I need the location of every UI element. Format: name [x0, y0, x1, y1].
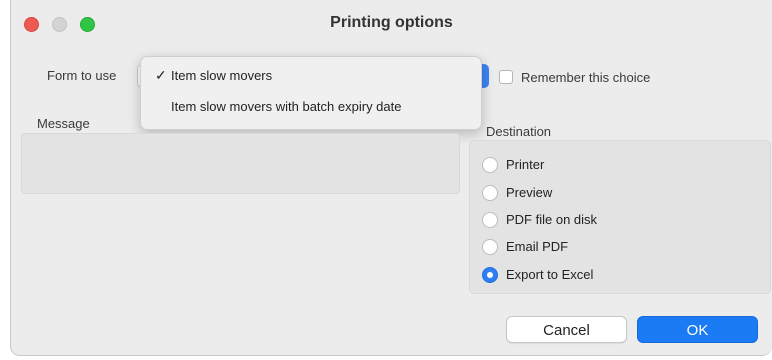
destination-label: Destination: [486, 124, 552, 139]
radio-label: Preview: [506, 185, 553, 200]
printing-options-dialog: Printing options Form to use ✓ Item slow…: [10, 0, 772, 356]
radio-label: Email PDF: [506, 239, 569, 254]
radio-label: PDF file on disk: [506, 212, 598, 227]
message-field[interactable]: [21, 133, 460, 194]
title-bar: Printing options: [11, 0, 772, 48]
radio-button-selected[interactable]: [482, 267, 498, 283]
message-label: Message: [37, 116, 90, 131]
form-option-item-slow-movers[interactable]: Item slow movers: [171, 68, 272, 83]
form-option-item-slow-movers-batch-expiry[interactable]: Item slow movers with batch expiry date: [171, 99, 401, 114]
remember-choice-checkbox[interactable]: [499, 70, 513, 84]
radio-button[interactable]: [482, 157, 498, 173]
remember-choice-label[interactable]: Remember this choice: [521, 70, 650, 85]
window-title: Printing options: [330, 14, 453, 31]
form-dropdown-menu: ✓ Item slow movers Item slow movers with…: [140, 56, 482, 130]
ok-button[interactable]: OK: [637, 316, 758, 343]
form-to-use-label: Form to use: [47, 68, 117, 83]
radio-label: Export to Excel: [506, 267, 594, 282]
checkmark-icon: ✓: [155, 67, 167, 83]
radio-button[interactable]: [482, 185, 498, 201]
cancel-button[interactable]: Cancel: [506, 316, 627, 343]
destination-panel: Printer Preview PDF file on disk Email P…: [469, 140, 771, 294]
radio-button[interactable]: [482, 239, 498, 255]
radio-label: Printer: [506, 157, 545, 172]
radio-button[interactable]: [482, 212, 498, 228]
form-select-arrow[interactable]: [481, 64, 489, 88]
